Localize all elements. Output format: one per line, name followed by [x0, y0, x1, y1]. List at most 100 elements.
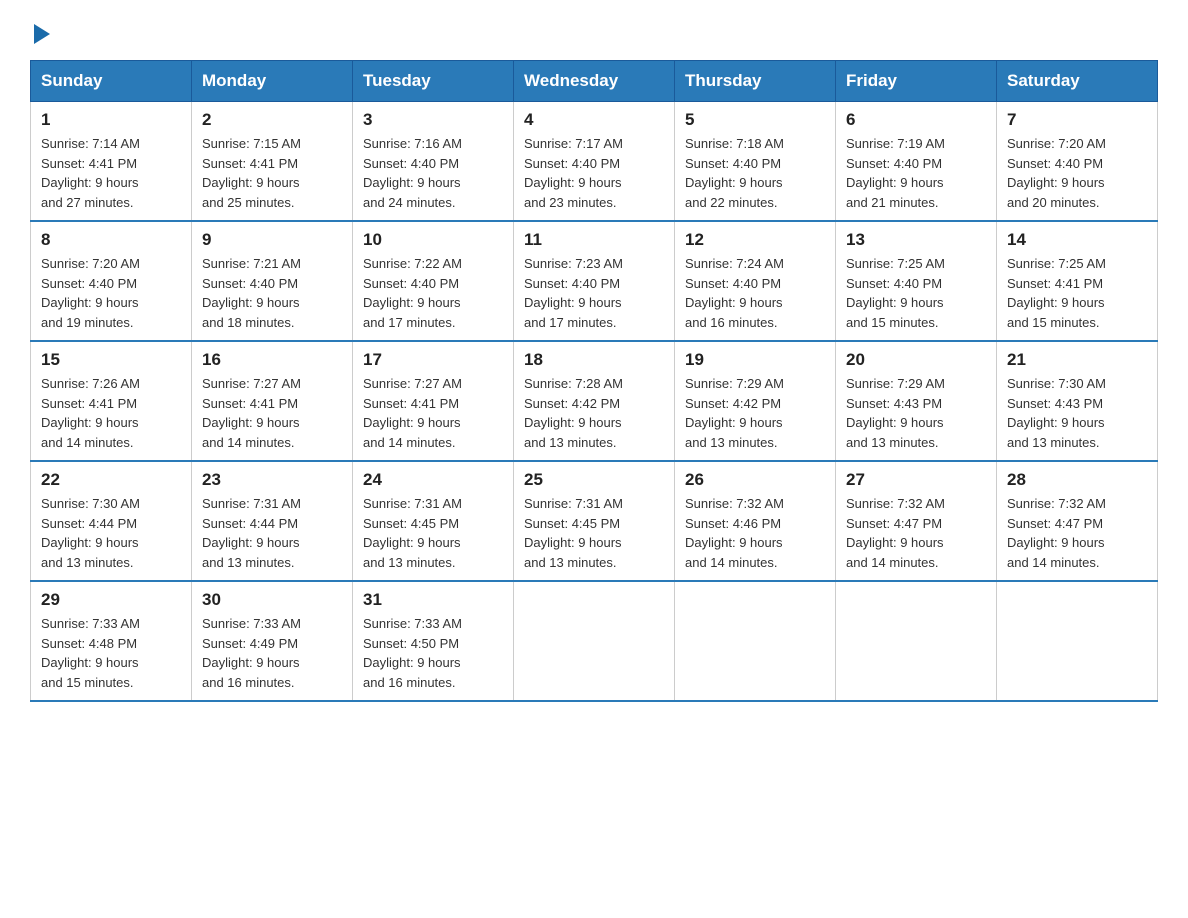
day-number: 21 — [1007, 350, 1147, 370]
day-info: Sunrise: 7:31 AM Sunset: 4:45 PM Dayligh… — [524, 494, 664, 572]
calendar-cell: 24 Sunrise: 7:31 AM Sunset: 4:45 PM Dayl… — [353, 461, 514, 581]
calendar-cell: 17 Sunrise: 7:27 AM Sunset: 4:41 PM Dayl… — [353, 341, 514, 461]
calendar-cell: 20 Sunrise: 7:29 AM Sunset: 4:43 PM Dayl… — [836, 341, 997, 461]
day-number: 26 — [685, 470, 825, 490]
day-number: 30 — [202, 590, 342, 610]
day-number: 8 — [41, 230, 181, 250]
day-info: Sunrise: 7:25 AM Sunset: 4:40 PM Dayligh… — [846, 254, 986, 332]
day-info: Sunrise: 7:28 AM Sunset: 4:42 PM Dayligh… — [524, 374, 664, 452]
day-info: Sunrise: 7:33 AM Sunset: 4:50 PM Dayligh… — [363, 614, 503, 692]
calendar-week-row: 22 Sunrise: 7:30 AM Sunset: 4:44 PM Dayl… — [31, 461, 1158, 581]
day-info: Sunrise: 7:27 AM Sunset: 4:41 PM Dayligh… — [202, 374, 342, 452]
calendar-header-wednesday: Wednesday — [514, 61, 675, 102]
day-info: Sunrise: 7:26 AM Sunset: 4:41 PM Dayligh… — [41, 374, 181, 452]
calendar-cell: 5 Sunrise: 7:18 AM Sunset: 4:40 PM Dayli… — [675, 102, 836, 222]
calendar-cell — [997, 581, 1158, 701]
calendar-cell: 29 Sunrise: 7:33 AM Sunset: 4:48 PM Dayl… — [31, 581, 192, 701]
day-info: Sunrise: 7:30 AM Sunset: 4:43 PM Dayligh… — [1007, 374, 1147, 452]
day-info: Sunrise: 7:21 AM Sunset: 4:40 PM Dayligh… — [202, 254, 342, 332]
day-info: Sunrise: 7:17 AM Sunset: 4:40 PM Dayligh… — [524, 134, 664, 212]
day-info: Sunrise: 7:18 AM Sunset: 4:40 PM Dayligh… — [685, 134, 825, 212]
day-number: 6 — [846, 110, 986, 130]
calendar-cell: 6 Sunrise: 7:19 AM Sunset: 4:40 PM Dayli… — [836, 102, 997, 222]
day-info: Sunrise: 7:29 AM Sunset: 4:42 PM Dayligh… — [685, 374, 825, 452]
day-info: Sunrise: 7:32 AM Sunset: 4:47 PM Dayligh… — [846, 494, 986, 572]
day-number: 1 — [41, 110, 181, 130]
calendar-cell — [836, 581, 997, 701]
day-info: Sunrise: 7:14 AM Sunset: 4:41 PM Dayligh… — [41, 134, 181, 212]
calendar-header-saturday: Saturday — [997, 61, 1158, 102]
calendar-cell: 30 Sunrise: 7:33 AM Sunset: 4:49 PM Dayl… — [192, 581, 353, 701]
day-number: 5 — [685, 110, 825, 130]
calendar-cell: 1 Sunrise: 7:14 AM Sunset: 4:41 PM Dayli… — [31, 102, 192, 222]
day-number: 31 — [363, 590, 503, 610]
day-number: 7 — [1007, 110, 1147, 130]
day-info: Sunrise: 7:19 AM Sunset: 4:40 PM Dayligh… — [846, 134, 986, 212]
day-info: Sunrise: 7:30 AM Sunset: 4:44 PM Dayligh… — [41, 494, 181, 572]
calendar-cell: 12 Sunrise: 7:24 AM Sunset: 4:40 PM Dayl… — [675, 221, 836, 341]
day-number: 4 — [524, 110, 664, 130]
day-number: 18 — [524, 350, 664, 370]
day-info: Sunrise: 7:33 AM Sunset: 4:48 PM Dayligh… — [41, 614, 181, 692]
calendar-cell: 31 Sunrise: 7:33 AM Sunset: 4:50 PM Dayl… — [353, 581, 514, 701]
calendar-cell: 4 Sunrise: 7:17 AM Sunset: 4:40 PM Dayli… — [514, 102, 675, 222]
day-info: Sunrise: 7:31 AM Sunset: 4:45 PM Dayligh… — [363, 494, 503, 572]
day-info: Sunrise: 7:22 AM Sunset: 4:40 PM Dayligh… — [363, 254, 503, 332]
day-info: Sunrise: 7:15 AM Sunset: 4:41 PM Dayligh… — [202, 134, 342, 212]
day-number: 2 — [202, 110, 342, 130]
calendar-cell: 21 Sunrise: 7:30 AM Sunset: 4:43 PM Dayl… — [997, 341, 1158, 461]
day-info: Sunrise: 7:16 AM Sunset: 4:40 PM Dayligh… — [363, 134, 503, 212]
page-header — [30, 20, 1158, 40]
calendar-week-row: 15 Sunrise: 7:26 AM Sunset: 4:41 PM Dayl… — [31, 341, 1158, 461]
calendar-header-row: SundayMondayTuesdayWednesdayThursdayFrid… — [31, 61, 1158, 102]
logo — [30, 20, 50, 40]
day-number: 11 — [524, 230, 664, 250]
day-number: 23 — [202, 470, 342, 490]
day-info: Sunrise: 7:23 AM Sunset: 4:40 PM Dayligh… — [524, 254, 664, 332]
day-number: 14 — [1007, 230, 1147, 250]
day-number: 25 — [524, 470, 664, 490]
logo-arrow-icon — [34, 24, 50, 44]
day-number: 28 — [1007, 470, 1147, 490]
calendar-cell: 9 Sunrise: 7:21 AM Sunset: 4:40 PM Dayli… — [192, 221, 353, 341]
day-info: Sunrise: 7:20 AM Sunset: 4:40 PM Dayligh… — [41, 254, 181, 332]
calendar-cell: 7 Sunrise: 7:20 AM Sunset: 4:40 PM Dayli… — [997, 102, 1158, 222]
calendar-cell: 13 Sunrise: 7:25 AM Sunset: 4:40 PM Dayl… — [836, 221, 997, 341]
calendar-cell: 25 Sunrise: 7:31 AM Sunset: 4:45 PM Dayl… — [514, 461, 675, 581]
day-number: 13 — [846, 230, 986, 250]
day-number: 20 — [846, 350, 986, 370]
calendar-week-row: 29 Sunrise: 7:33 AM Sunset: 4:48 PM Dayl… — [31, 581, 1158, 701]
calendar-cell: 28 Sunrise: 7:32 AM Sunset: 4:47 PM Dayl… — [997, 461, 1158, 581]
calendar-header-tuesday: Tuesday — [353, 61, 514, 102]
calendar-header-monday: Monday — [192, 61, 353, 102]
day-info: Sunrise: 7:31 AM Sunset: 4:44 PM Dayligh… — [202, 494, 342, 572]
day-info: Sunrise: 7:24 AM Sunset: 4:40 PM Dayligh… — [685, 254, 825, 332]
day-number: 3 — [363, 110, 503, 130]
calendar-cell: 14 Sunrise: 7:25 AM Sunset: 4:41 PM Dayl… — [997, 221, 1158, 341]
day-number: 9 — [202, 230, 342, 250]
calendar-cell: 23 Sunrise: 7:31 AM Sunset: 4:44 PM Dayl… — [192, 461, 353, 581]
day-info: Sunrise: 7:25 AM Sunset: 4:41 PM Dayligh… — [1007, 254, 1147, 332]
calendar-cell — [675, 581, 836, 701]
calendar-header-thursday: Thursday — [675, 61, 836, 102]
day-number: 29 — [41, 590, 181, 610]
calendar-header-friday: Friday — [836, 61, 997, 102]
day-number: 15 — [41, 350, 181, 370]
day-info: Sunrise: 7:33 AM Sunset: 4:49 PM Dayligh… — [202, 614, 342, 692]
day-number: 16 — [202, 350, 342, 370]
day-info: Sunrise: 7:27 AM Sunset: 4:41 PM Dayligh… — [363, 374, 503, 452]
day-number: 19 — [685, 350, 825, 370]
calendar-cell: 2 Sunrise: 7:15 AM Sunset: 4:41 PM Dayli… — [192, 102, 353, 222]
calendar-week-row: 1 Sunrise: 7:14 AM Sunset: 4:41 PM Dayli… — [31, 102, 1158, 222]
calendar-cell: 27 Sunrise: 7:32 AM Sunset: 4:47 PM Dayl… — [836, 461, 997, 581]
day-number: 10 — [363, 230, 503, 250]
calendar-week-row: 8 Sunrise: 7:20 AM Sunset: 4:40 PM Dayli… — [31, 221, 1158, 341]
calendar-cell: 10 Sunrise: 7:22 AM Sunset: 4:40 PM Dayl… — [353, 221, 514, 341]
day-number: 22 — [41, 470, 181, 490]
day-info: Sunrise: 7:32 AM Sunset: 4:46 PM Dayligh… — [685, 494, 825, 572]
calendar-table: SundayMondayTuesdayWednesdayThursdayFrid… — [30, 60, 1158, 702]
calendar-cell: 22 Sunrise: 7:30 AM Sunset: 4:44 PM Dayl… — [31, 461, 192, 581]
day-number: 12 — [685, 230, 825, 250]
calendar-cell: 8 Sunrise: 7:20 AM Sunset: 4:40 PM Dayli… — [31, 221, 192, 341]
calendar-cell: 3 Sunrise: 7:16 AM Sunset: 4:40 PM Dayli… — [353, 102, 514, 222]
